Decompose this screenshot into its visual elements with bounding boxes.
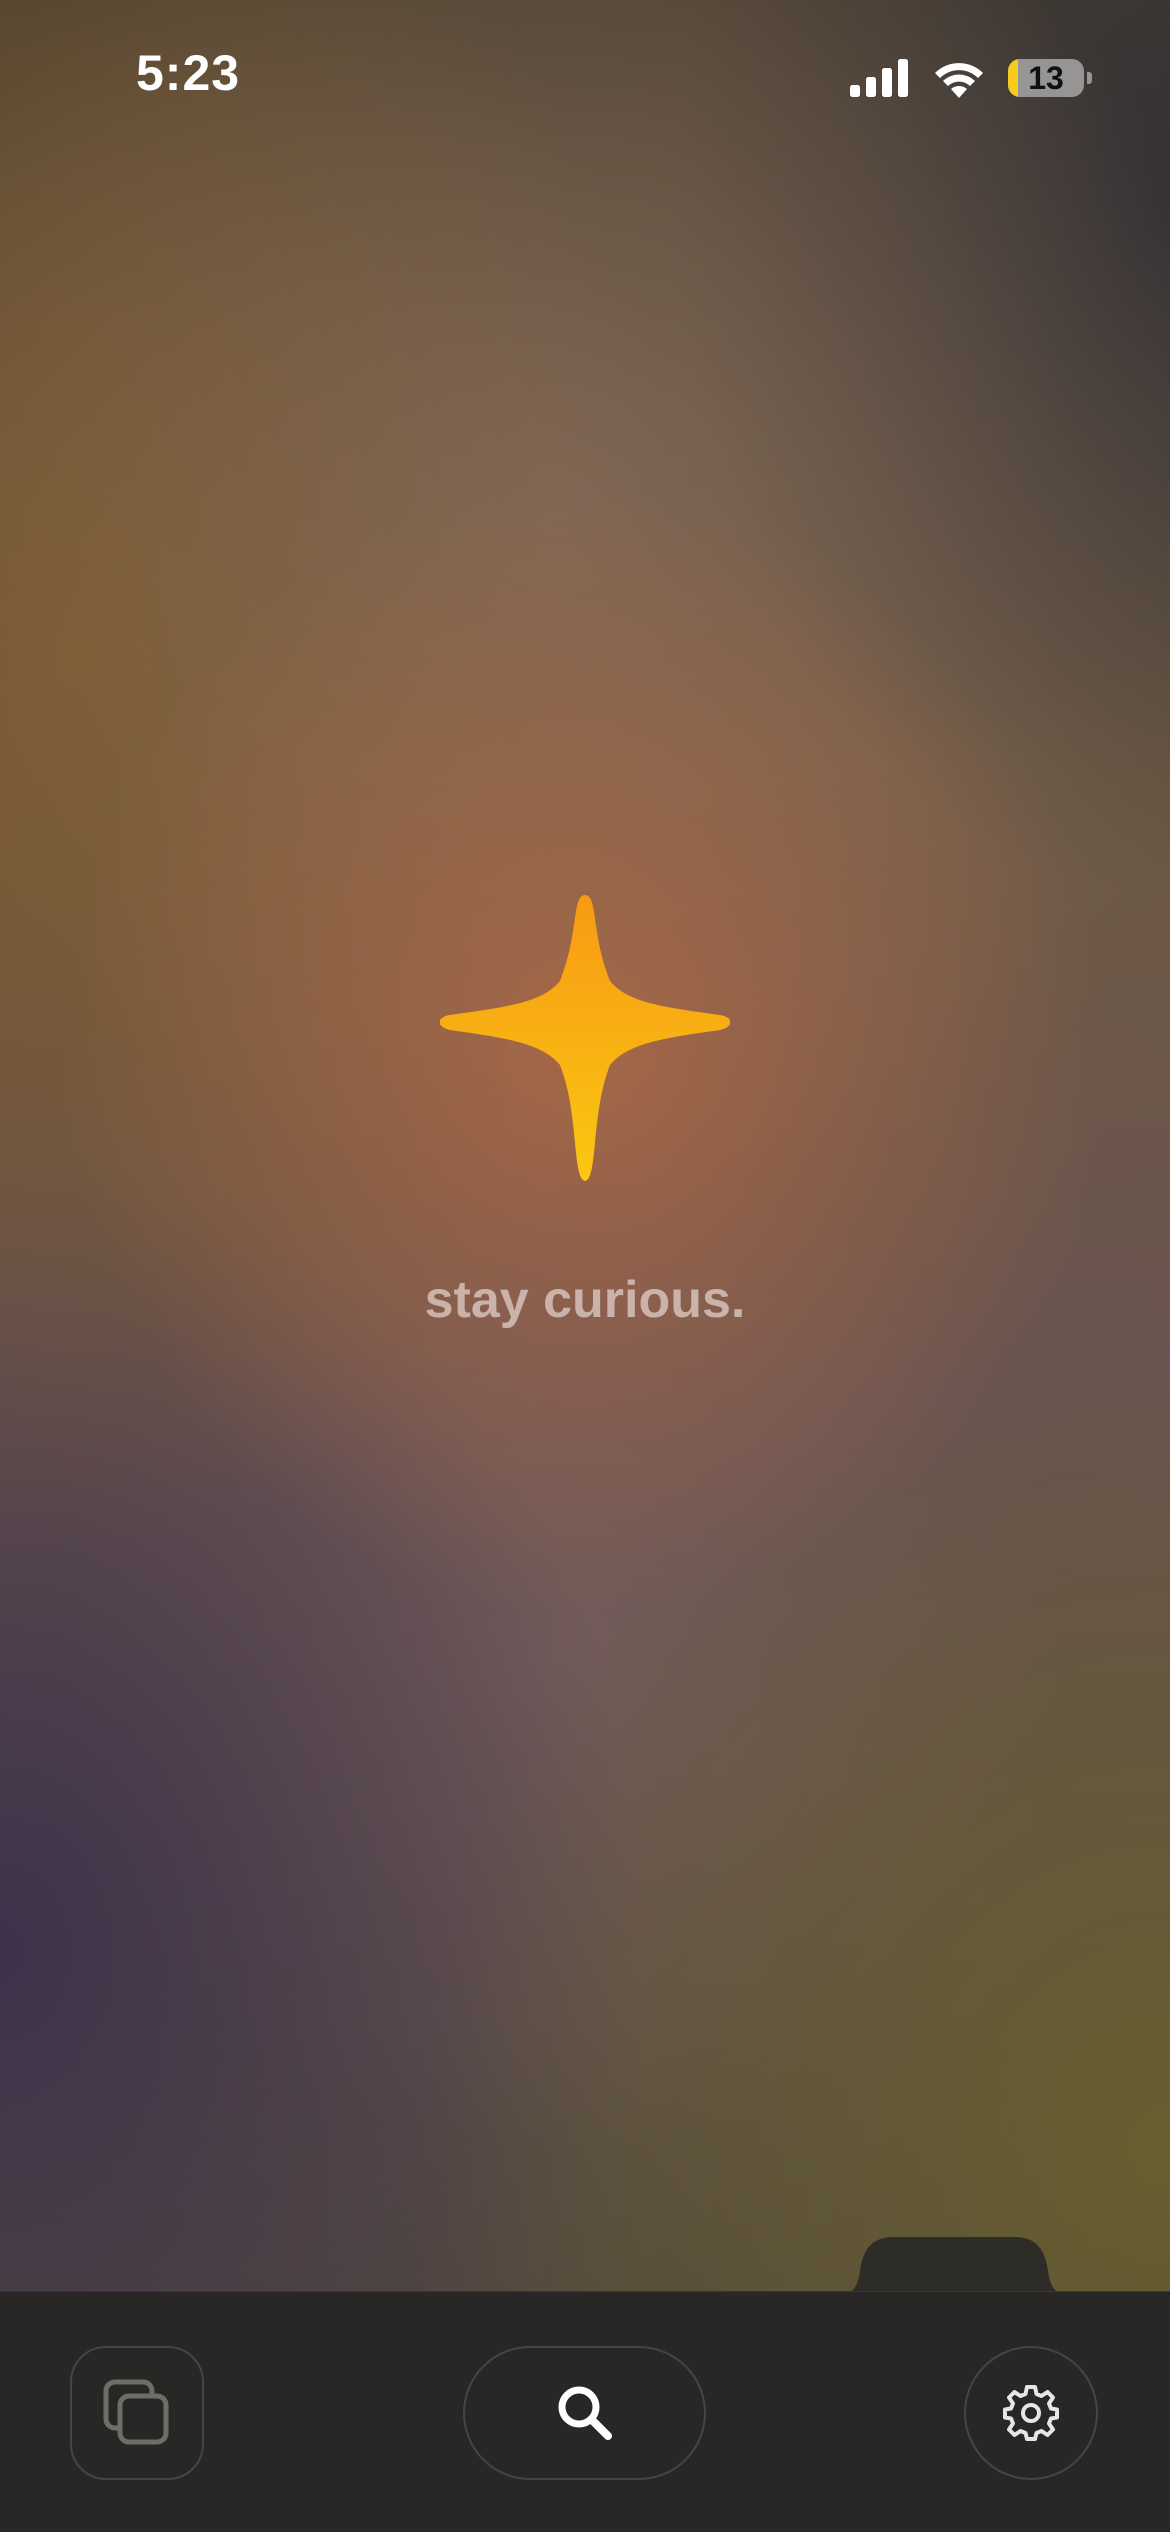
battery-icon: 13	[1008, 59, 1084, 97]
tagline: stay curious.	[424, 1271, 746, 1329]
search-button[interactable]	[463, 2346, 706, 2480]
tabs-button[interactable]	[70, 2346, 204, 2480]
battery-level: 13	[1028, 59, 1064, 96]
status-icons: 13	[850, 56, 1092, 100]
gear-icon	[1003, 2385, 1059, 2441]
tabs-icon	[103, 2379, 169, 2445]
signal-icon	[850, 59, 908, 97]
app-screen: 5:23 13 stay curious.	[0, 0, 1170, 2532]
wifi-icon	[935, 63, 983, 98]
status-time: 5:23	[136, 45, 241, 101]
settings-button[interactable]	[964, 2346, 1098, 2480]
sparkle-icon	[440, 895, 730, 1181]
bottom-toolbar	[0, 2291, 1170, 2532]
search-icon	[558, 2386, 612, 2440]
battery-cap	[1087, 72, 1092, 84]
sheet-handle[interactable]	[838, 2235, 1070, 2295]
